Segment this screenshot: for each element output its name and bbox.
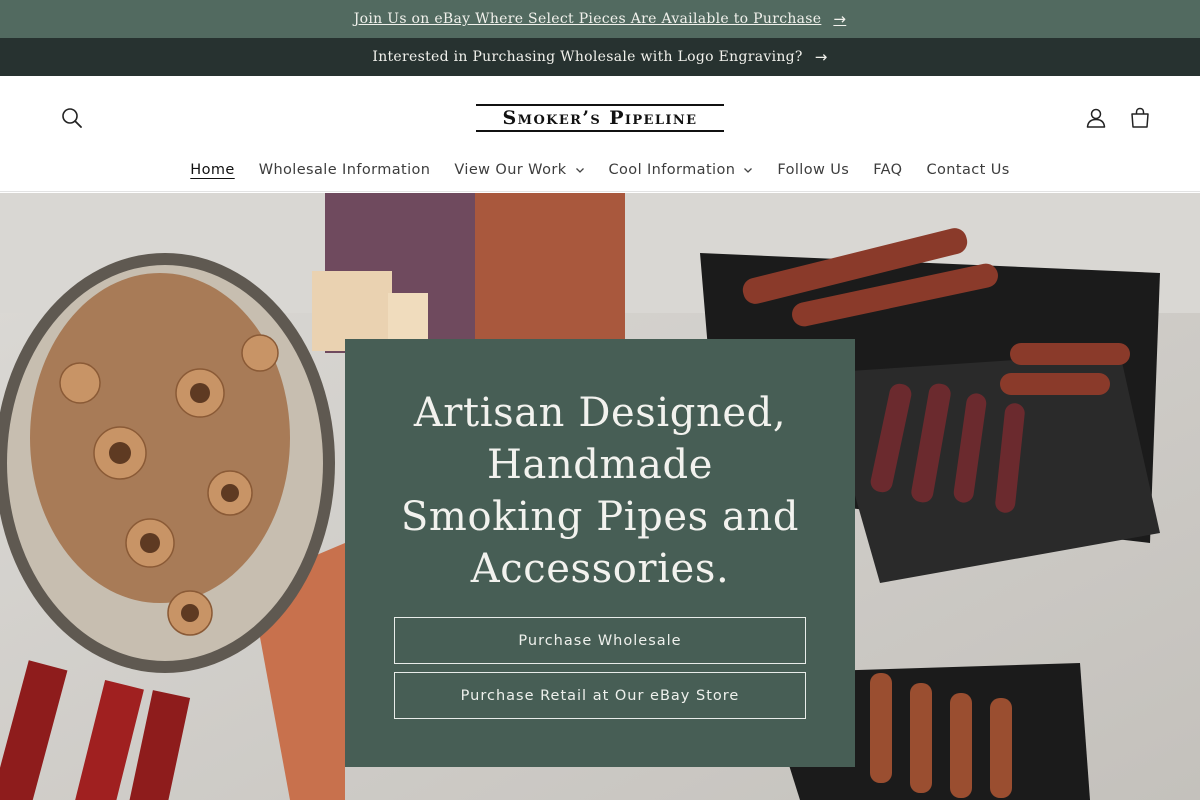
nav-item-label: Wholesale Information	[258, 162, 431, 178]
hero-content-card: Artisan Designed, Handmade Smoking Pipes…	[345, 339, 855, 767]
chevron-down-icon	[575, 168, 584, 173]
announcement-bar-wholesale[interactable]: Interested in Purchasing Wholesale with …	[0, 38, 1200, 76]
nav-item-label: Contact Us	[926, 162, 1010, 178]
nav-item-cool-information[interactable]: Cool Information	[597, 162, 766, 178]
nav-item-follow-us[interactable]: Follow Us	[765, 162, 861, 178]
main-navigation: Home Wholesale Information View Our Work…	[0, 156, 1200, 184]
cart-icon[interactable]	[1127, 105, 1153, 131]
announcement-bar-ebay[interactable]: Join Us on eBay Where Select Pieces Are …	[0, 0, 1200, 38]
nav-item-view-our-work[interactable]: View Our Work	[442, 162, 596, 178]
purchase-wholesale-button[interactable]: Purchase Wholesale	[394, 617, 806, 664]
nav-item-faq[interactable]: FAQ	[861, 162, 914, 178]
nav-item-contact-us[interactable]: Contact Us	[915, 162, 1022, 178]
nav-item-label: View Our Work	[454, 162, 567, 178]
announcement-text: Join Us on eBay Where Select Pieces Are …	[353, 11, 822, 27]
account-icon[interactable]	[1083, 105, 1109, 131]
arrow-right-icon: →	[814, 48, 828, 66]
nav-item-label: Home	[190, 162, 235, 178]
announcement-text: Interested in Purchasing Wholesale with …	[372, 49, 803, 65]
site-logo[interactable]: Smoker’s Pipeline	[476, 104, 724, 132]
hero-title: Artisan Designed, Handmade Smoking Pipes…	[400, 390, 800, 592]
nav-item-wholesale-information[interactable]: Wholesale Information	[247, 162, 443, 178]
nav-item-label: FAQ	[873, 162, 903, 178]
search-icon[interactable]	[58, 104, 86, 132]
chevron-down-icon	[744, 168, 753, 173]
purchase-retail-ebay-button[interactable]: Purchase Retail at Our eBay Store	[394, 672, 806, 719]
nav-item-label: Follow Us	[777, 162, 850, 178]
arrow-right-icon: →	[833, 10, 847, 28]
site-header: Smoker’s Pipeline Home Wholesale Informa…	[0, 76, 1200, 192]
nav-item-home[interactable]: Home	[178, 162, 246, 178]
nav-item-label: Cool Information	[608, 162, 736, 178]
hero-banner: Artisan Designed, Handmade Smoking Pipes…	[0, 193, 1200, 800]
